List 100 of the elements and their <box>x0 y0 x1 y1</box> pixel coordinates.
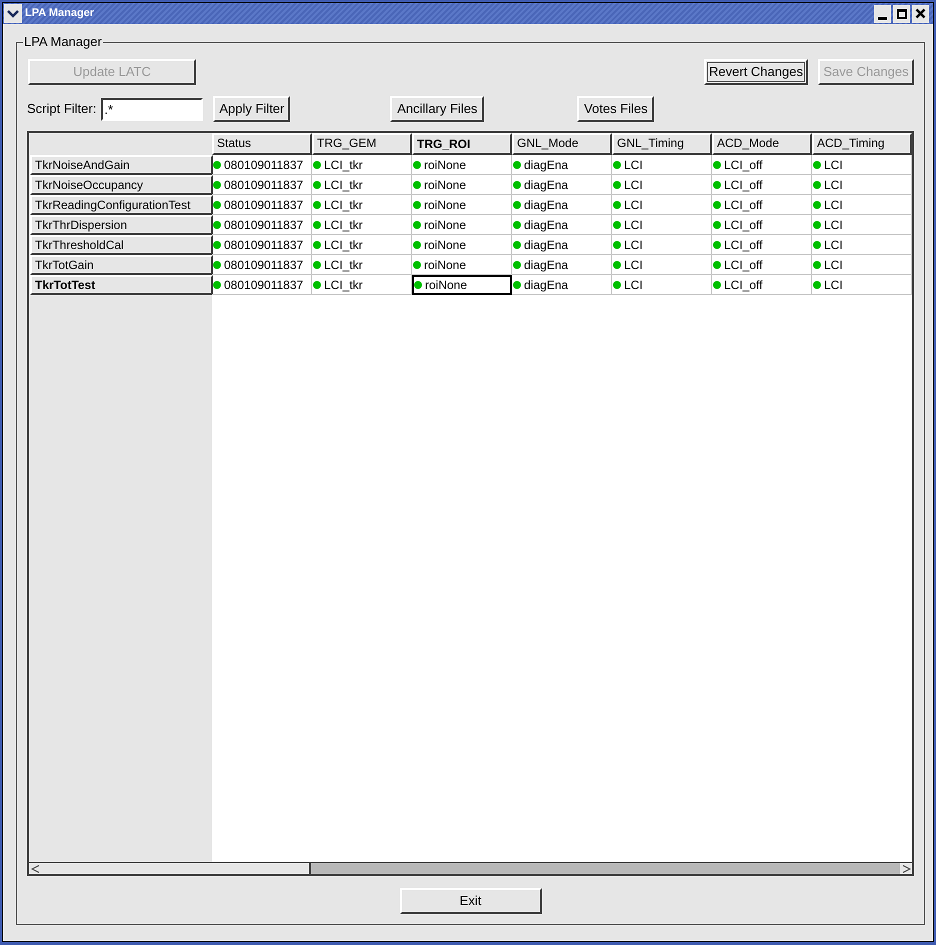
cell-text: roiNone <box>424 196 466 214</box>
cell-text: diagEna <box>524 216 568 234</box>
cell-text: LCI <box>624 256 643 274</box>
table-cell[interactable]: diagEna <box>512 215 612 235</box>
table-cell[interactable]: LCI_off <box>712 195 812 215</box>
cell-text: LCI <box>824 276 843 294</box>
table-cell[interactable]: LCI <box>612 215 712 235</box>
horizontal-scrollbar[interactable] <box>29 862 912 874</box>
table-cell[interactable]: LCI <box>612 175 712 195</box>
table-cell[interactable]: LCI_tkr <box>312 155 412 175</box>
table-cell[interactable]: roiNone <box>412 235 512 255</box>
table-cell[interactable]: LCI <box>612 255 712 275</box>
table-cell[interactable]: LCI_off <box>712 175 812 195</box>
cell-text: 080109011837 <box>224 156 304 174</box>
table-cell[interactable]: roiNone <box>412 155 512 175</box>
table-cell[interactable]: LCI_tkr <box>312 235 412 255</box>
table-cell[interactable]: LCI_off <box>712 275 812 295</box>
cell-text: 080109011837 <box>224 256 304 274</box>
push-button[interactable]: Revert Changes <box>704 59 808 85</box>
cell-text: LCI <box>824 256 843 274</box>
table-cell[interactable]: 080109011837 <box>212 235 312 255</box>
close-icon[interactable] <box>912 4 929 22</box>
column-header[interactable]: GNL_Timing <box>612 133 712 155</box>
table-cell[interactable]: diagEna <box>512 275 612 295</box>
table-cell[interactable]: 080109011837 <box>212 255 312 275</box>
cell-text: LCI <box>824 196 843 214</box>
cell-text: LCI_off <box>724 256 762 274</box>
scroll-left-icon[interactable] <box>29 863 41 874</box>
table-cell[interactable]: 080109011837 <box>212 155 312 175</box>
exit-button[interactable]: Exit <box>400 888 542 914</box>
table-cell[interactable]: diagEna <box>512 155 612 175</box>
cell-text: LCI_off <box>724 176 762 194</box>
table-cell[interactable]: 080109011837 <box>212 215 312 235</box>
column-header[interactable]: TRG_ROI <box>412 133 512 155</box>
row-header[interactable]: TkrReadingConfigurationTest <box>30 195 213 215</box>
column-header[interactable]: ACD_Timing <box>812 133 912 155</box>
cell-text: 080109011837 <box>224 196 304 214</box>
table-cell[interactable]: roiNone <box>412 255 512 275</box>
push-button[interactable]: Apply Filter <box>213 96 290 122</box>
table-cell[interactable]: 080109011837 <box>212 175 312 195</box>
table-cell[interactable]: LCI_tkr <box>312 195 412 215</box>
cell-text: LCI <box>824 236 843 254</box>
column-header[interactable]: Status <box>212 133 312 155</box>
table-cell[interactable]: LCI_tkr <box>312 275 412 295</box>
cell-text: 080109011837 <box>224 176 304 194</box>
table-cell[interactable]: roiNone <box>412 195 512 215</box>
maximize-icon[interactable] <box>893 4 910 22</box>
table-cell[interactable]: diagEna <box>512 255 612 275</box>
table-cell[interactable]: LCI_off <box>712 255 812 275</box>
table-cell[interactable]: 080109011837 <box>212 195 312 215</box>
push-button[interactable]: Ancillary Files <box>390 96 484 122</box>
table-cell[interactable]: LCI <box>812 155 912 175</box>
table-cell[interactable]: diagEna <box>512 195 612 215</box>
row-header[interactable]: TkrNoiseAndGain <box>30 155 213 175</box>
cell-text: LCI_tkr <box>324 276 363 294</box>
cell-text: roiNone <box>424 156 466 174</box>
row-header[interactable]: TkrNoiseOccupancy <box>30 175 213 195</box>
table-cell[interactable]: LCI_off <box>712 155 812 175</box>
cell-text: LCI_off <box>724 216 762 234</box>
row-header[interactable]: TkrThresholdCal <box>30 235 213 255</box>
column-header[interactable]: TRG_GEM <box>312 133 412 155</box>
table-cell[interactable]: LCI_off <box>712 215 812 235</box>
table-cell[interactable]: LCI <box>612 195 712 215</box>
window-menu-icon[interactable] <box>4 4 22 23</box>
table-cell[interactable]: LCI <box>612 275 712 295</box>
cell-text: diagEna <box>524 236 568 254</box>
table-cell[interactable]: LCI <box>812 235 912 255</box>
table-cell[interactable]: diagEna <box>512 175 612 195</box>
scroll-right-icon[interactable] <box>900 863 912 874</box>
table-cell[interactable]: LCI <box>612 235 712 255</box>
column-header[interactable]: GNL_Mode <box>512 133 612 155</box>
table-cell[interactable]: LCI_tkr <box>312 255 412 275</box>
table-cell[interactable]: LCI <box>812 195 912 215</box>
table-cell[interactable]: LCI <box>812 175 912 195</box>
table-cell[interactable]: roiNone <box>412 215 512 235</box>
table-cell[interactable]: 080109011837 <box>212 275 312 295</box>
table-cell[interactable]: diagEna <box>512 235 612 255</box>
table-cell[interactable]: LCI_off <box>712 235 812 255</box>
filter-field[interactable]: .* <box>101 98 204 120</box>
column-header[interactable]: ACD_Mode <box>712 133 812 155</box>
cell-text: 080109011837 <box>224 216 304 234</box>
table-cell[interactable]: LCI <box>812 275 912 295</box>
table-cell[interactable]: LCI <box>812 255 912 275</box>
cell-text: LCI_tkr <box>324 256 363 274</box>
table-cell[interactable]: LCI <box>812 215 912 235</box>
cell-text: LCI <box>624 216 643 234</box>
row-header[interactable]: TkrThrDispersion <box>30 215 213 235</box>
push-button[interactable]: Votes Files <box>577 96 654 122</box>
table-cell[interactable]: LCI <box>612 155 712 175</box>
scroll-thumb[interactable] <box>41 863 311 874</box>
minimize-icon[interactable] <box>874 4 891 22</box>
cell-text: LCI <box>624 276 643 294</box>
row-header[interactable]: TkrTotGain <box>30 255 213 275</box>
table-cell[interactable]: roiNone <box>412 275 512 295</box>
cell-text: LCI <box>824 216 843 234</box>
row-header[interactable]: TkrTotTest <box>30 275 213 295</box>
table-cell[interactable]: LCI_tkr <box>312 215 412 235</box>
table-cell[interactable]: roiNone <box>412 175 512 195</box>
cell-text: roiNone <box>424 216 466 234</box>
table-cell[interactable]: LCI_tkr <box>312 175 412 195</box>
